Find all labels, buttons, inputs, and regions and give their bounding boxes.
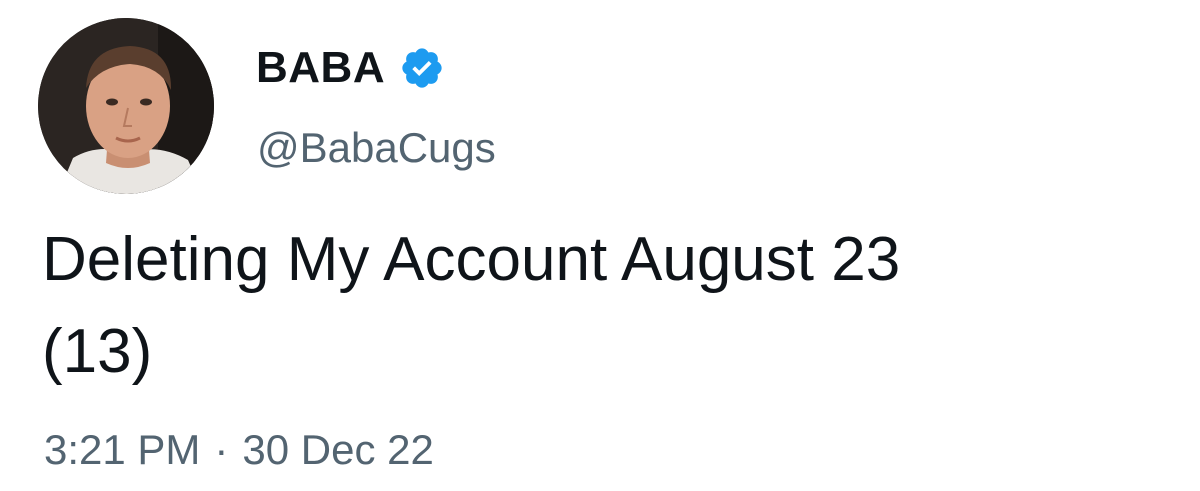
display-name[interactable]: BABA xyxy=(256,43,385,93)
tweet-card: BABA @BabaCugs Deleting My Account Augus… xyxy=(0,0,1200,491)
tweet-date[interactable]: 30 Dec 22 xyxy=(242,426,433,474)
tweet-timestamp[interactable]: 3:21 PM · 30 Dec 22 xyxy=(44,426,434,474)
profile-photo-icon xyxy=(38,18,214,194)
meta-separator: · xyxy=(214,426,229,473)
avatar[interactable] xyxy=(38,18,214,194)
author-handle[interactable]: @BabaCugs xyxy=(257,124,496,172)
tweet-text: Deleting My Account August 23 (13) xyxy=(42,225,901,386)
tweet-time[interactable]: 3:21 PM xyxy=(44,426,200,474)
author-name-row[interactable]: BABA xyxy=(256,38,445,98)
verified-badge-icon xyxy=(399,45,445,91)
